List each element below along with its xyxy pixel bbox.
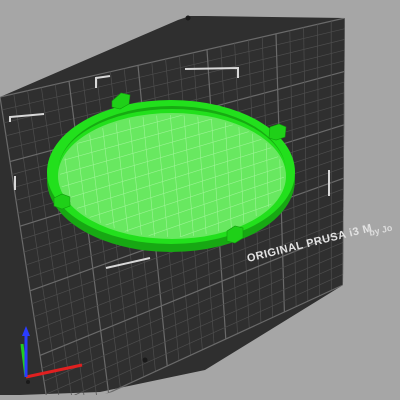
3d-viewport[interactable]: ORIGINAL PRUSA i3 M by Jo xyxy=(0,0,400,400)
bed-credit-text: by Jo xyxy=(368,222,394,238)
bed-screw-hole xyxy=(185,15,191,21)
scene[interactable]: ORIGINAL PRUSA i3 M by Jo xyxy=(0,0,400,400)
bed-screw-hole xyxy=(26,380,30,384)
bed-screw-hole xyxy=(142,357,148,363)
ring-tab xyxy=(268,123,287,141)
